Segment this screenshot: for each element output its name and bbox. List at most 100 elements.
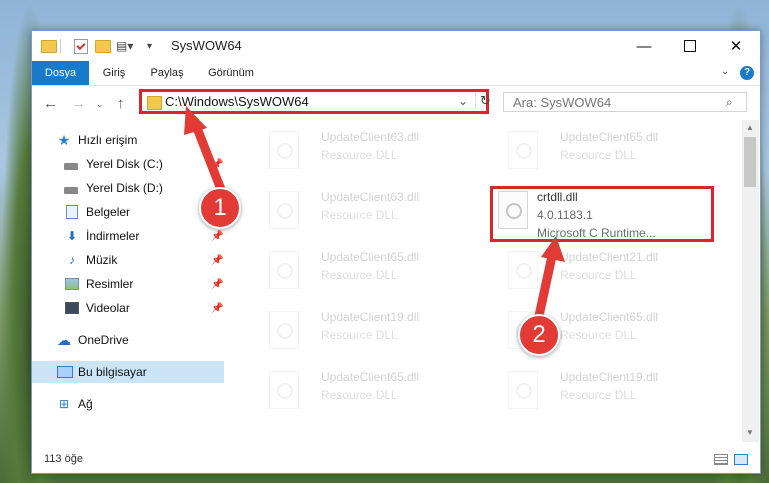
tab-share[interactable]: Paylaş <box>144 61 190 85</box>
sidebar-item-label: Müzik <box>86 253 118 267</box>
file-item[interactable]: UpdateClient21.dll Resource DLL <box>489 248 719 308</box>
search-box[interactable]: Ara: SysWOW64 ⌕ <box>503 92 747 112</box>
scroll-down-icon[interactable]: ▼ <box>746 428 754 437</box>
sidebar-item-label: OneDrive <box>78 333 129 347</box>
file-description: Resource DLL <box>321 208 398 222</box>
dll-file-icon <box>269 311 299 349</box>
sidebar-item-label: Bu bilgisayar <box>78 365 147 379</box>
item-count: 113 öğe <box>44 453 83 465</box>
up-button[interactable]: ↑ <box>117 95 125 112</box>
sidebar-item-local-disk-c[interactable]: Yerel Disk (C:) 📌 <box>32 153 224 175</box>
tiles-view-icon[interactable] <box>734 454 748 465</box>
file-item[interactable]: UpdateClient63.dll Resource DLL <box>250 188 480 248</box>
tab-home[interactable]: Giriş <box>94 61 134 85</box>
pin-icon[interactable]: 📌 <box>211 231 223 242</box>
navigation-pane: ★ Hızlı erişim Yerel Disk (C:) 📌 Yerel D… <box>32 126 224 444</box>
sidebar-item-onedrive[interactable]: ☁ OneDrive <box>32 329 224 351</box>
folder-icon <box>147 96 162 110</box>
minimize-button[interactable]: — <box>621 31 667 61</box>
sidebar-item-this-pc[interactable]: Bu bilgisayar <box>32 361 224 383</box>
window-title: SysWOW64 <box>171 38 242 53</box>
file-description: Resource DLL <box>560 328 637 342</box>
file-item[interactable]: UpdateClient65.dll Resource DLL <box>250 368 480 428</box>
properties-icon[interactable] <box>74 38 88 54</box>
sidebar-item-label: Yerel Disk (D:) <box>86 181 163 195</box>
highlight-box <box>490 186 714 242</box>
sidebar-item-music[interactable]: ♪ Müzik 📌 <box>32 249 224 271</box>
file-name: UpdateClient19.dll <box>560 370 659 384</box>
sidebar-item-network[interactable]: ⊞ Ağ <box>32 393 224 415</box>
sidebar-item-pictures[interactable]: Resimler 📌 <box>32 273 224 295</box>
file-name: UpdateClient65.dll <box>560 130 659 144</box>
sidebar-item-label: İndirmeler <box>86 229 140 243</box>
sidebar-item-label: Belgeler <box>86 205 131 219</box>
file-item[interactable]: UpdateClient19.dll Resource DLL <box>489 368 719 428</box>
file-description: Resource DLL <box>560 268 637 282</box>
address-bar[interactable]: C:\Windows\SysWOW64 ⌄ ↻ <box>139 89 491 114</box>
new-folder-icon[interactable] <box>95 38 111 54</box>
sidebar-item-label: Ağ <box>78 397 93 411</box>
sidebar-item-downloads[interactable]: ⬇ İndirmeler 📌 <box>32 225 224 247</box>
pictures-icon <box>65 278 79 290</box>
file-description: Resource DLL <box>560 388 637 402</box>
pin-icon[interactable]: 📌 <box>211 279 223 290</box>
file-description: Resource DLL <box>321 268 398 282</box>
search-input[interactable]: Ara: SysWOW64 <box>513 95 611 110</box>
file-name: UpdateClient63.dll <box>321 190 420 204</box>
scroll-up-icon[interactable]: ▲ <box>746 123 754 132</box>
file-name: UpdateClient63.dll <box>321 130 420 144</box>
address-path[interactable]: C:\Windows\SysWOW64 <box>165 94 309 109</box>
file-name: UpdateClient65.dll <box>321 250 420 264</box>
navigation-bar: ← → ⌄ ↑ C:\Windows\SysWOW64 ⌄ ↻ Ara: Sys… <box>32 86 760 120</box>
file-description: Resource DLL <box>560 148 637 162</box>
cloud-icon: ☁ <box>57 331 71 348</box>
sidebar-item-documents[interactable]: Belgeler 📌 <box>32 201 224 223</box>
recent-locations-button[interactable]: ⌄ <box>96 99 104 110</box>
dll-file-icon <box>269 371 299 409</box>
ribbon-expand-icon[interactable]: ⌄ <box>721 66 729 77</box>
file-item[interactable]: UpdateClient65.dll Resource DLL <box>489 128 719 188</box>
forward-button[interactable]: → <box>71 95 86 112</box>
tab-view[interactable]: Görünüm <box>200 61 262 85</box>
pin-icon[interactable]: 📌 <box>211 303 223 314</box>
sidebar-item-videos[interactable]: Videolar 📌 <box>32 297 224 319</box>
document-icon <box>66 205 78 219</box>
maximize-button[interactable] <box>667 31 713 61</box>
download-icon: ⬇ <box>66 229 78 243</box>
address-dropdown-icon[interactable]: ⌄ <box>458 94 468 108</box>
sidebar-item-label: Yerel Disk (C:) <box>86 157 163 171</box>
file-name: UpdateClient65.dll <box>560 310 659 324</box>
refresh-button[interactable]: ↻ <box>475 93 491 109</box>
file-item[interactable]: UpdateClient65.dll Resource DLL <box>250 248 480 308</box>
dll-file-icon <box>508 371 538 409</box>
drive-icon <box>64 162 78 170</box>
pin-icon[interactable]: 📌 <box>211 255 223 266</box>
folder-icon <box>41 38 57 54</box>
file-item[interactable]: UpdateClient63.dll Resource DLL <box>250 128 480 188</box>
dll-file-icon <box>269 131 299 169</box>
search-icon[interactable]: ⌕ <box>726 95 733 110</box>
sidebar-item-label: Resimler <box>86 277 134 291</box>
help-icon[interactable]: ? <box>740 66 754 80</box>
dll-file-icon <box>269 191 299 229</box>
tab-file[interactable]: Dosya <box>32 61 89 85</box>
details-view-icon[interactable] <box>714 454 728 465</box>
scroll-thumb[interactable] <box>744 137 756 187</box>
computer-icon <box>57 366 73 378</box>
back-button[interactable]: ← <box>43 95 58 112</box>
dll-file-icon <box>508 131 538 169</box>
quick-access-dropdown-icon[interactable]: ▾ <box>147 38 152 54</box>
file-description: Resource DLL <box>321 388 398 402</box>
file-name: UpdateClient19.dll <box>321 310 420 324</box>
sidebar-item-quick-access[interactable]: ★ Hızlı erişim <box>32 129 224 151</box>
pin-icon[interactable]: 📌 <box>211 159 223 170</box>
view-toggle-icon[interactable]: ▤▾ <box>116 38 133 54</box>
drive-icon <box>64 186 78 194</box>
ribbon-tabs: Dosya Giriş Paylaş Görünüm ⌄ ? <box>32 61 760 86</box>
file-item[interactable]: UpdateClient19.dll Resource DLL <box>250 308 480 368</box>
sidebar-item-local-disk-d[interactable]: Yerel Disk (D:) <box>32 177 224 199</box>
vertical-scrollbar[interactable]: ▲ ▼ <box>742 120 759 442</box>
title-bar: ▤▾ ▾ SysWOW64 — ✕ <box>32 31 760 61</box>
close-button[interactable]: ✕ <box>713 31 759 61</box>
dll-file-icon <box>508 251 538 289</box>
